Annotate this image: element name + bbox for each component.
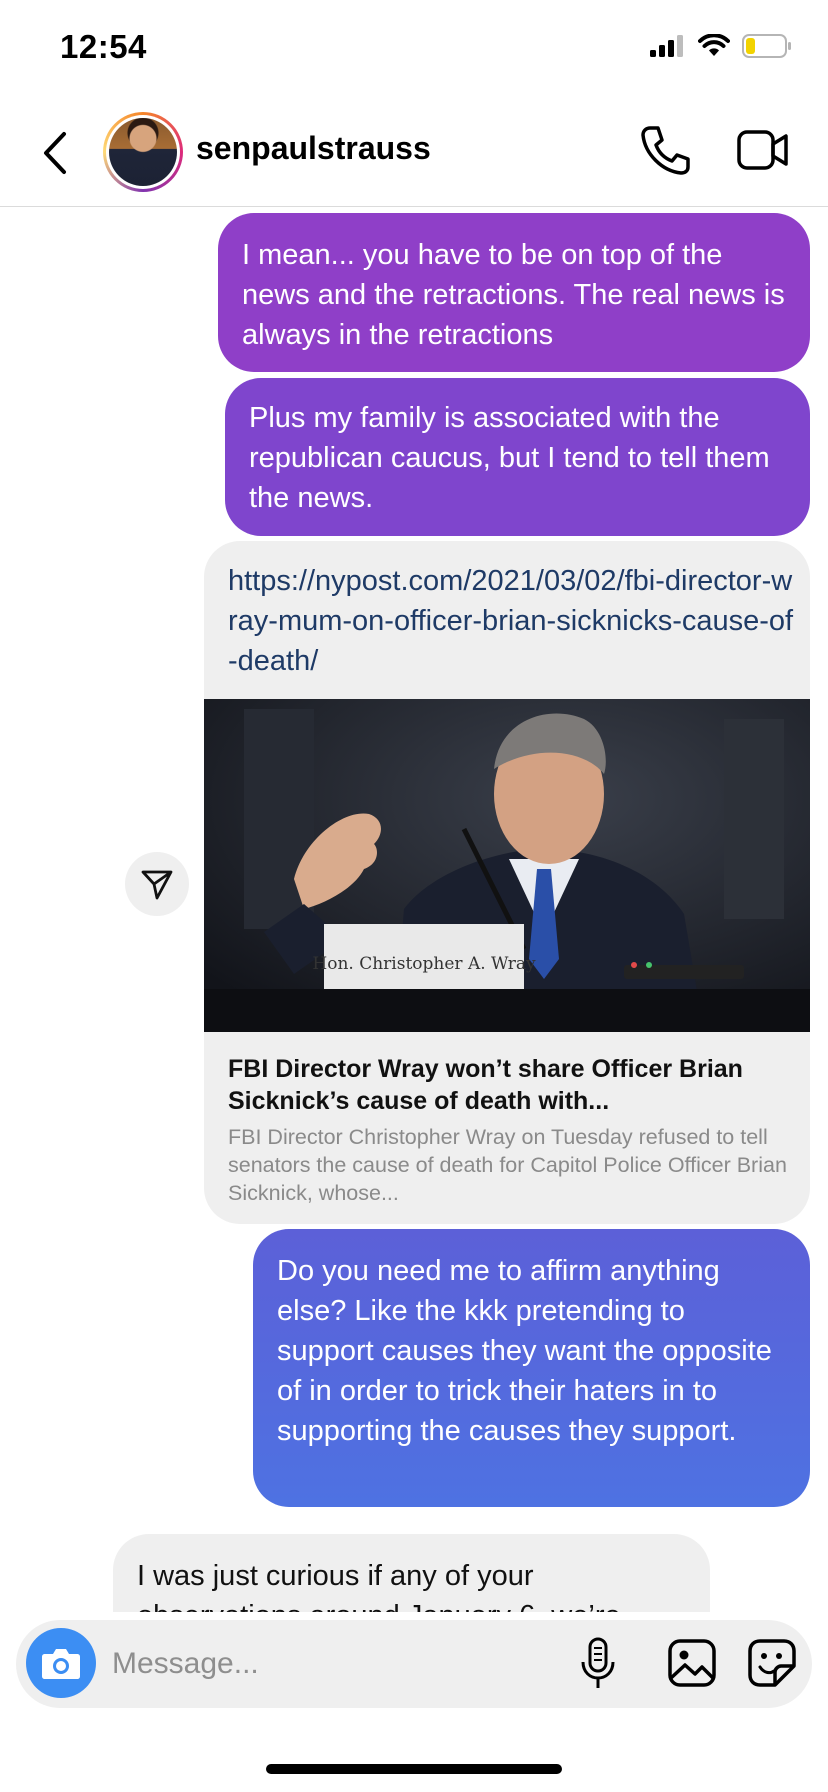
share-icon [141, 870, 173, 900]
mic-icon[interactable] [578, 1636, 618, 1692]
link-preview-description: FBI Director Christopher Wray on Tuesday… [228, 1125, 787, 1205]
link-preview-title[interactable]: FBI Director Wray won’t share Officer Br… [228, 1053, 798, 1117]
video-icon[interactable] [737, 128, 789, 172]
camera-icon [42, 1649, 80, 1679]
message-outgoing[interactable]: Do you need me to affirm anything else? … [253, 1229, 810, 1507]
camera-button[interactable] [26, 1628, 96, 1698]
back-icon[interactable] [36, 128, 76, 178]
message-outgoing[interactable]: I mean... you have to be on top of the n… [218, 213, 810, 372]
call-icon[interactable] [640, 124, 690, 176]
status-bar: 12:54 [0, 0, 828, 100]
status-time: 12:54 [60, 28, 147, 65]
avatar-photo [109, 118, 177, 186]
gallery-icon[interactable] [667, 1638, 717, 1688]
wifi-icon [698, 34, 730, 56]
link-preview-card[interactable]: https://nypost.com/2021/03/02/fbi-direct… [204, 541, 810, 1224]
message-input[interactable] [112, 1638, 492, 1690]
signal-icon [650, 35, 683, 57]
article-photo: Hon. Christopher A. Wray [204, 699, 810, 1032]
sticker-icon[interactable] [747, 1638, 797, 1688]
link-url[interactable]: https://nypost.com/2021/03/02/fbi-direct… [228, 561, 798, 681]
placard-text: Hon. Christopher A. Wray [312, 954, 536, 974]
chat-username[interactable]: senpaulstrauss [196, 130, 431, 167]
status-icons [650, 34, 792, 58]
share-button[interactable] [125, 852, 189, 916]
battery-icon [742, 34, 791, 58]
avatar[interactable] [103, 112, 183, 192]
message-outgoing[interactable]: Plus my family is associated with the re… [225, 378, 810, 536]
message-composer [16, 1620, 812, 1708]
chat-header: senpaulstrauss [0, 100, 828, 207]
link-preview-image[interactable]: Hon. Christopher A. Wray [204, 699, 810, 1032]
home-indicator[interactable] [266, 1764, 562, 1774]
